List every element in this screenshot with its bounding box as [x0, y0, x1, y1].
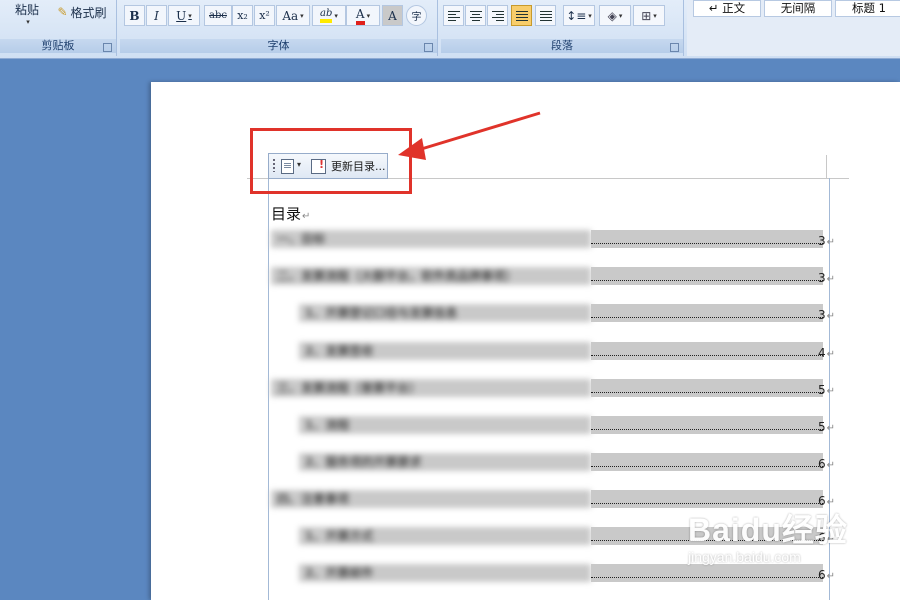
toc-entry[interactable]: 1、流程 5↵ — [271, 416, 835, 434]
toc-entry[interactable]: 2、开票邮件 6↵ — [271, 564, 835, 582]
toc-entry[interactable]: 二、发票流程（大额平台，软件类品牌事项） 3↵ — [271, 267, 835, 285]
paragraph-mark: ↵ — [826, 386, 836, 397]
toc-entry-text: 2、开票邮件 — [299, 564, 591, 582]
toc-entry-page-number: 3 — [818, 308, 826, 322]
toc-entry-page: 3↵ — [818, 304, 835, 322]
paragraph-mark: ↵ — [826, 274, 836, 285]
toc-entry[interactable]: 三、发票流程（普票平台） 5↵ — [271, 379, 835, 397]
toc-entry-leader — [591, 342, 823, 360]
toc-heading-text: 目录 — [271, 205, 302, 223]
toc-entry[interactable]: 一、目标 3↵ — [271, 230, 835, 248]
toc-entry-text: 一、目标 — [271, 230, 591, 248]
toc-entry-text: 1、流程 — [299, 416, 591, 434]
toc-entry-text: 四、注意事项 — [271, 490, 591, 508]
paragraph-mark: ↵ — [826, 311, 836, 322]
paragraph-mark: ↵ — [826, 423, 836, 434]
toc-entry-text: 三、发票流程（普票平台） — [271, 379, 591, 397]
toc-entry-page: 6↵ — [818, 564, 835, 582]
toc-entry-page-number: 4 — [818, 346, 826, 360]
toc-entry-leader — [591, 453, 823, 471]
toc-heading: 目录↵ — [271, 203, 310, 224]
toc-entry-leader — [591, 416, 823, 434]
toc-entry-page: 4↵ — [818, 342, 835, 360]
toc-entry-leader — [591, 564, 823, 582]
paragraph-mark: ↵ — [826, 571, 836, 582]
watermark-logo: Baidu经验 — [688, 512, 848, 548]
toc-entry-page-number: 5 — [818, 420, 826, 434]
toc-entry[interactable]: 2、服务项的开票要求 6↵ — [271, 453, 835, 471]
paragraph-mark: ↵ — [826, 237, 836, 248]
toc-entry-page: 3↵ — [818, 267, 835, 285]
toc-entry-leader — [591, 379, 823, 397]
paragraph-mark: ↵ — [826, 460, 836, 471]
toc-entry[interactable]: 2、发票签收 4↵ — [271, 342, 835, 360]
paragraph-mark: ↵ — [302, 211, 311, 222]
toc-entry-page-number: 3 — [818, 271, 826, 285]
toc-entry-page: 6↵ — [818, 453, 835, 471]
toc-entry-page-number: 3 — [818, 234, 826, 248]
toc-entry-page: 5↵ — [818, 416, 835, 434]
toc-entry-page-number: 5 — [818, 383, 826, 397]
toc-entry-text: 1、开票登记口径与发票信息 — [299, 304, 591, 322]
toc-entry-text: 二、发票流程（大额平台，软件类品牌事项） — [271, 267, 591, 285]
watermark: Baidu经验 jingyan.baidu.com — [688, 505, 848, 565]
toc-entry-text: 2、服务项的开票要求 — [299, 453, 591, 471]
toc-entry-page: 5↵ — [818, 379, 835, 397]
toc-entry-page-number: 6 — [818, 457, 826, 471]
toc-entry-page: 3↵ — [818, 230, 835, 248]
toc-entry-leader — [591, 267, 823, 285]
paragraph-mark: ↵ — [826, 349, 836, 360]
toc-entry-page-number: 6 — [818, 568, 826, 582]
watermark-url: jingyan.baidu.com — [688, 549, 801, 565]
toc-entry-text: 1、开票方式 — [299, 527, 591, 545]
toc-entry[interactable]: 1、开票登记口径与发票信息 3↵ — [271, 304, 835, 322]
toc-entry-leader — [591, 230, 823, 248]
toc-entry-leader — [591, 304, 823, 322]
toc-entry-text: 2、发票签收 — [299, 342, 591, 360]
